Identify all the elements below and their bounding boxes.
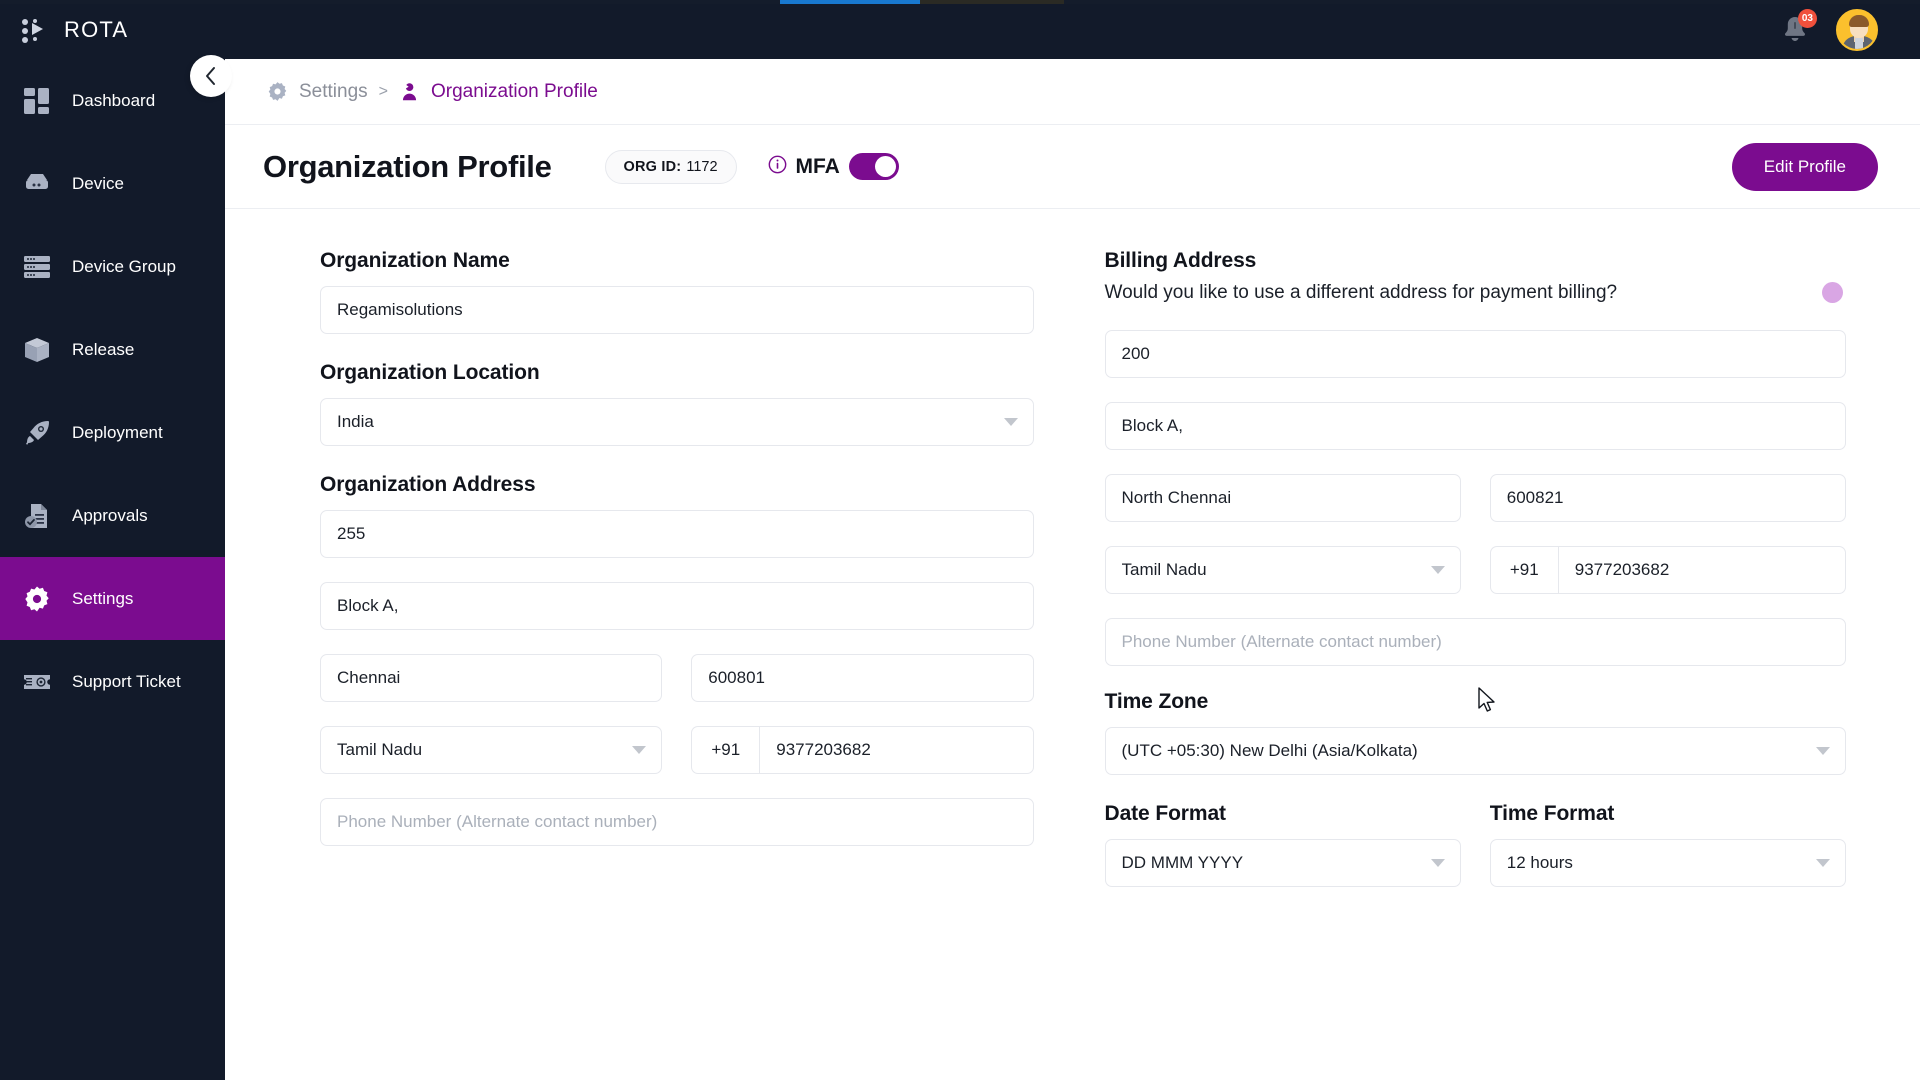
date-format-select[interactable] (1105, 839, 1461, 887)
info-icon[interactable] (768, 155, 787, 179)
gear-icon (22, 584, 52, 614)
sidebar-item-deployment[interactable]: Deployment (0, 391, 225, 474)
sidebar-collapse-button[interactable] (190, 55, 232, 97)
sidebar-item-label: Settings (72, 589, 133, 609)
sidebar-item-label: Release (72, 340, 134, 360)
billing-city-input[interactable] (1105, 474, 1461, 522)
progress-segment-dim (920, 0, 1064, 4)
sidebar-item-label: Device (72, 174, 124, 194)
sidebar-item-settings[interactable]: Settings (0, 557, 225, 640)
org-city-input[interactable] (320, 654, 662, 702)
organization-person-icon (399, 81, 420, 102)
org-id-value: 1172 (686, 159, 717, 175)
billing-header: Billing Address Would you like to use a … (1105, 249, 1847, 307)
date-format-label: Date Format (1105, 802, 1461, 826)
device-group-icon (22, 252, 52, 282)
sidebar-item-support-ticket[interactable]: Support Ticket (0, 640, 225, 723)
billing-address-line2-input[interactable] (1105, 402, 1847, 450)
billing-country-code[interactable]: +91 (1490, 546, 1558, 594)
org-address-line1-input[interactable] (320, 510, 1034, 558)
breadcrumb-separator: > (379, 83, 388, 101)
timezone-select[interactable] (1105, 727, 1847, 775)
time-format-label: Time Format (1490, 802, 1846, 826)
page-title: Organization Profile (263, 149, 552, 185)
org-pincode-input[interactable] (691, 654, 1033, 702)
mfa-toggle[interactable] (849, 153, 899, 180)
dashboard-icon (22, 86, 52, 116)
app-root: ROTA 03 (0, 0, 1920, 1080)
org-phone-input[interactable] (759, 726, 1033, 774)
edit-profile-button[interactable]: Edit Profile (1732, 143, 1878, 191)
gear-icon (267, 81, 288, 102)
sidebar-item-approvals[interactable]: Approvals (0, 474, 225, 557)
sidebar-item-label: Dashboard (72, 91, 155, 111)
org-id-colon: : (676, 159, 681, 175)
sidebar-item-device-group[interactable]: Device Group (0, 225, 225, 308)
chevron-left-icon (203, 66, 219, 86)
org-name-label: Organization Name (320, 249, 1034, 273)
org-name-input[interactable] (320, 286, 1034, 334)
avatar[interactable] (1836, 9, 1878, 51)
timezone-label: Time Zone (1105, 690, 1847, 714)
device-icon (22, 169, 52, 199)
org-state-select[interactable] (320, 726, 662, 774)
sidebar: Dashboard Device (0, 59, 225, 1080)
progress-segment-blue (780, 0, 920, 4)
billing-state-select[interactable] (1105, 546, 1461, 594)
notification-count-badge: 03 (1798, 9, 1817, 28)
billing-address-line1-input[interactable] (1105, 330, 1847, 378)
main-content: Settings > Organization Profile Organiza… (225, 59, 1920, 1080)
org-location-label: Organization Location (320, 361, 1034, 385)
mfa-control: MFA (768, 153, 899, 180)
release-box-icon (22, 335, 52, 365)
breadcrumb-parent[interactable]: Settings (299, 81, 368, 103)
breadcrumb: Settings > Organization Profile (225, 59, 1920, 125)
sidebar-item-label: Support Ticket (72, 672, 181, 692)
billing-question-text: Would you like to use a different addres… (1105, 279, 1823, 307)
rota-logo-icon (22, 17, 48, 43)
sidebar-item-device[interactable]: Device (0, 142, 225, 225)
organization-details-column: Organization Name Organization Location … (225, 249, 1067, 887)
org-phone-group: +91 (691, 726, 1033, 774)
page-header: Organization Profile ORG ID:1172 MFA Edi… (225, 125, 1920, 209)
ticket-icon (22, 667, 52, 697)
billing-details-column: Billing Address Would you like to use a … (1067, 249, 1909, 887)
billing-phone-input[interactable] (1558, 546, 1846, 594)
rocket-icon (22, 418, 52, 448)
time-format-select[interactable] (1490, 839, 1846, 887)
brand-name: ROTA (64, 17, 128, 43)
top-bar-actions: 03 (1780, 9, 1920, 51)
mfa-label: MFA (796, 155, 840, 179)
org-address-label: Organization Address (320, 473, 1034, 497)
org-id-label: ORG ID (624, 159, 677, 175)
org-id-badge: ORG ID:1172 (605, 150, 737, 184)
notifications-button[interactable]: 03 (1780, 14, 1810, 46)
brand-logo[interactable]: ROTA (0, 17, 225, 43)
sidebar-item-label: Deployment (72, 423, 163, 443)
org-country-code[interactable]: +91 (691, 726, 759, 774)
top-bar: ROTA 03 (0, 0, 1920, 59)
profile-form: Organization Name Organization Location … (225, 209, 1920, 887)
sidebar-item-release[interactable]: Release (0, 308, 225, 391)
sidebar-item-label: Device Group (72, 257, 176, 277)
billing-address-label: Billing Address (1105, 249, 1823, 273)
sidebar-item-label: Approvals (72, 506, 148, 526)
org-address-line2-input[interactable] (320, 582, 1034, 630)
billing-pincode-input[interactable] (1490, 474, 1846, 522)
org-location-select[interactable] (320, 398, 1034, 446)
billing-phone-group: +91 (1490, 546, 1846, 594)
approvals-doc-icon (22, 501, 52, 531)
page-load-progress-bar (0, 0, 1920, 4)
breadcrumb-current: Organization Profile (431, 81, 598, 103)
org-alt-phone-input[interactable] (320, 798, 1034, 846)
billing-alt-phone-input[interactable] (1105, 618, 1847, 666)
